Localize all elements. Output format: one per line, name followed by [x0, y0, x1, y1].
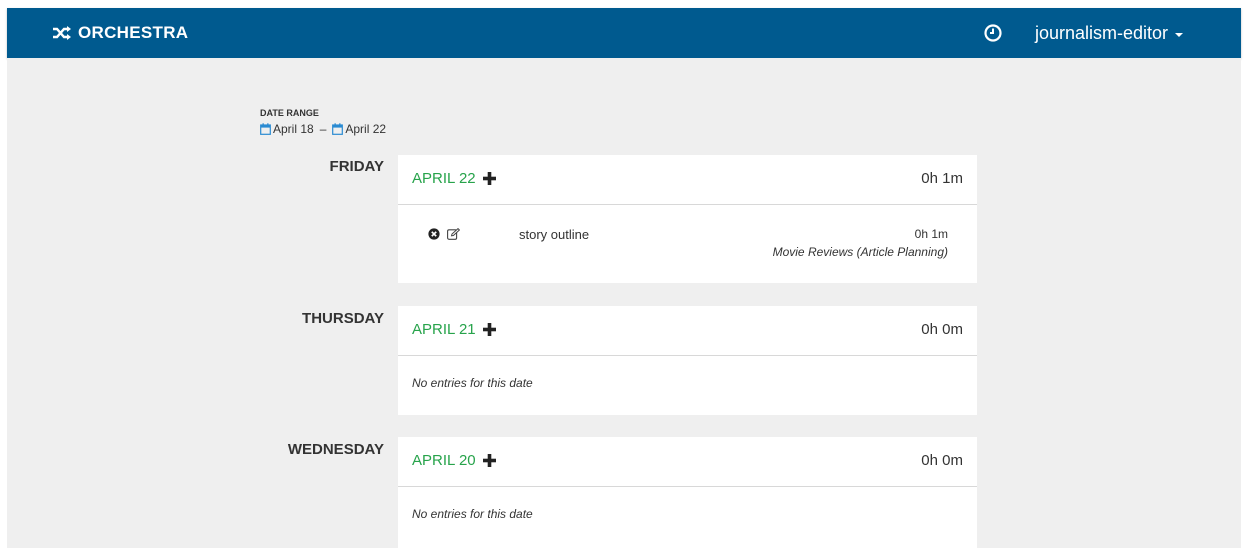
day-card-friday: APRIL 22 0h 1m story outline 0h 1m Movie… [398, 155, 977, 283]
date-link-april-20[interactable]: APRIL 20 [412, 452, 496, 469]
time-entry-row: story outline 0h 1m Movie Reviews (Artic… [398, 205, 977, 283]
day-card-body: No entries for this date [398, 356, 977, 415]
date-range: April 18 – April 22 [260, 122, 386, 136]
date-label: APRIL 21 [412, 321, 476, 338]
day-card-body: No entries for this date [398, 487, 977, 548]
day-card-header: APRIL 20 0h 0m [398, 437, 977, 487]
entry-description[interactable]: story outline [519, 227, 589, 242]
date-link-april-22[interactable]: APRIL 22 [412, 170, 496, 187]
day-card-header: APRIL 21 0h 0m [398, 306, 977, 356]
entry-actions [428, 227, 461, 240]
top-navbar: ORCHESTRA journalism-editor [7, 8, 1241, 58]
entry-duration: 0h 1m [914, 227, 948, 241]
day-card-header: APRIL 22 0h 1m [398, 155, 977, 205]
date-label: APRIL 20 [412, 452, 476, 469]
plus-icon[interactable] [482, 323, 496, 336]
date-label: APRIL 22 [412, 170, 476, 187]
chevron-down-icon [1175, 32, 1184, 37]
calendar-icon[interactable] [332, 123, 344, 135]
date-range-start[interactable]: April 18 [273, 122, 314, 136]
no-entries-text: No entries for this date [412, 376, 533, 390]
plus-icon[interactable] [482, 454, 496, 467]
day-total-time: 0h 1m [921, 170, 963, 187]
user-menu-dropdown[interactable]: journalism-editor [1035, 8, 1184, 58]
username-label: journalism-editor [1035, 22, 1169, 43]
plus-icon[interactable] [482, 172, 496, 185]
day-label-friday: FRIDAY [329, 158, 384, 175]
no-entries-text: No entries for this date [412, 507, 533, 521]
date-range-separator: – [319, 122, 327, 136]
day-label-thursday: THURSDAY [302, 310, 384, 327]
day-card-thursday: APRIL 21 0h 0m No entries for this date [398, 306, 977, 415]
date-range-label: DATE RANGE [260, 108, 319, 118]
day-total-time: 0h 0m [921, 321, 963, 338]
brand-name: ORCHESTRA [78, 23, 189, 42]
calendar-icon[interactable] [260, 123, 271, 135]
main-content: DATE RANGE April 18 – April 22 FRIDAY AP… [7, 58, 1241, 548]
shuffle-icon [52, 25, 72, 41]
delete-icon[interactable] [428, 227, 440, 240]
entry-task-name: Movie Reviews (Article Planning) [772, 245, 948, 259]
day-card-wednesday: APRIL 20 0h 0m No entries for this date [398, 437, 977, 548]
brand-link[interactable]: ORCHESTRA [52, 8, 188, 58]
day-total-time: 0h 0m [921, 452, 963, 469]
date-range-end[interactable]: April 22 [345, 122, 386, 136]
date-link-april-21[interactable]: APRIL 21 [412, 321, 496, 338]
day-label-wednesday: WEDNESDAY [287, 441, 384, 458]
edit-icon[interactable] [447, 227, 461, 240]
clock-icon[interactable] [983, 23, 1003, 43]
